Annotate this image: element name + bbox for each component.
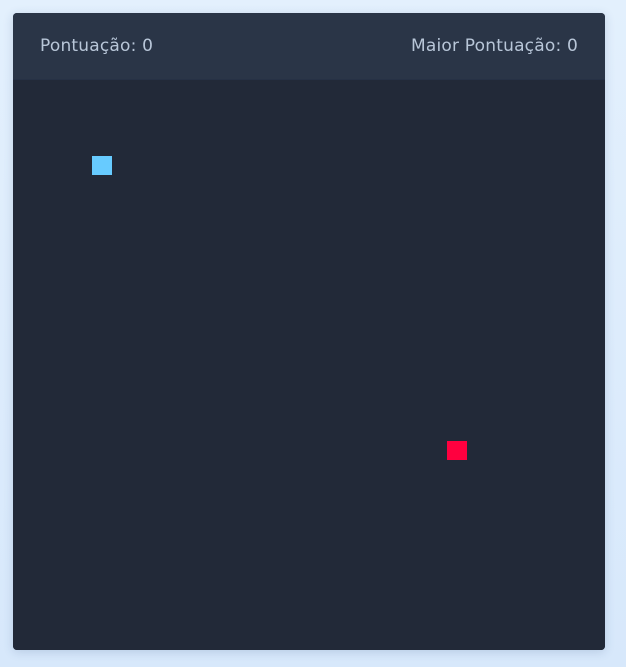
snake-head: [92, 156, 112, 175]
score-header: Pontuação: 0 Maior Pontuação: 0: [13, 13, 605, 80]
food-item: [447, 441, 467, 460]
snake-game-panel: Pontuação: 0 Maior Pontuação: 0: [13, 13, 605, 650]
high-score: Maior Pontuação: 0: [411, 36, 578, 56]
current-score: Pontuação: 0: [40, 36, 154, 56]
game-board[interactable]: [13, 80, 605, 650]
